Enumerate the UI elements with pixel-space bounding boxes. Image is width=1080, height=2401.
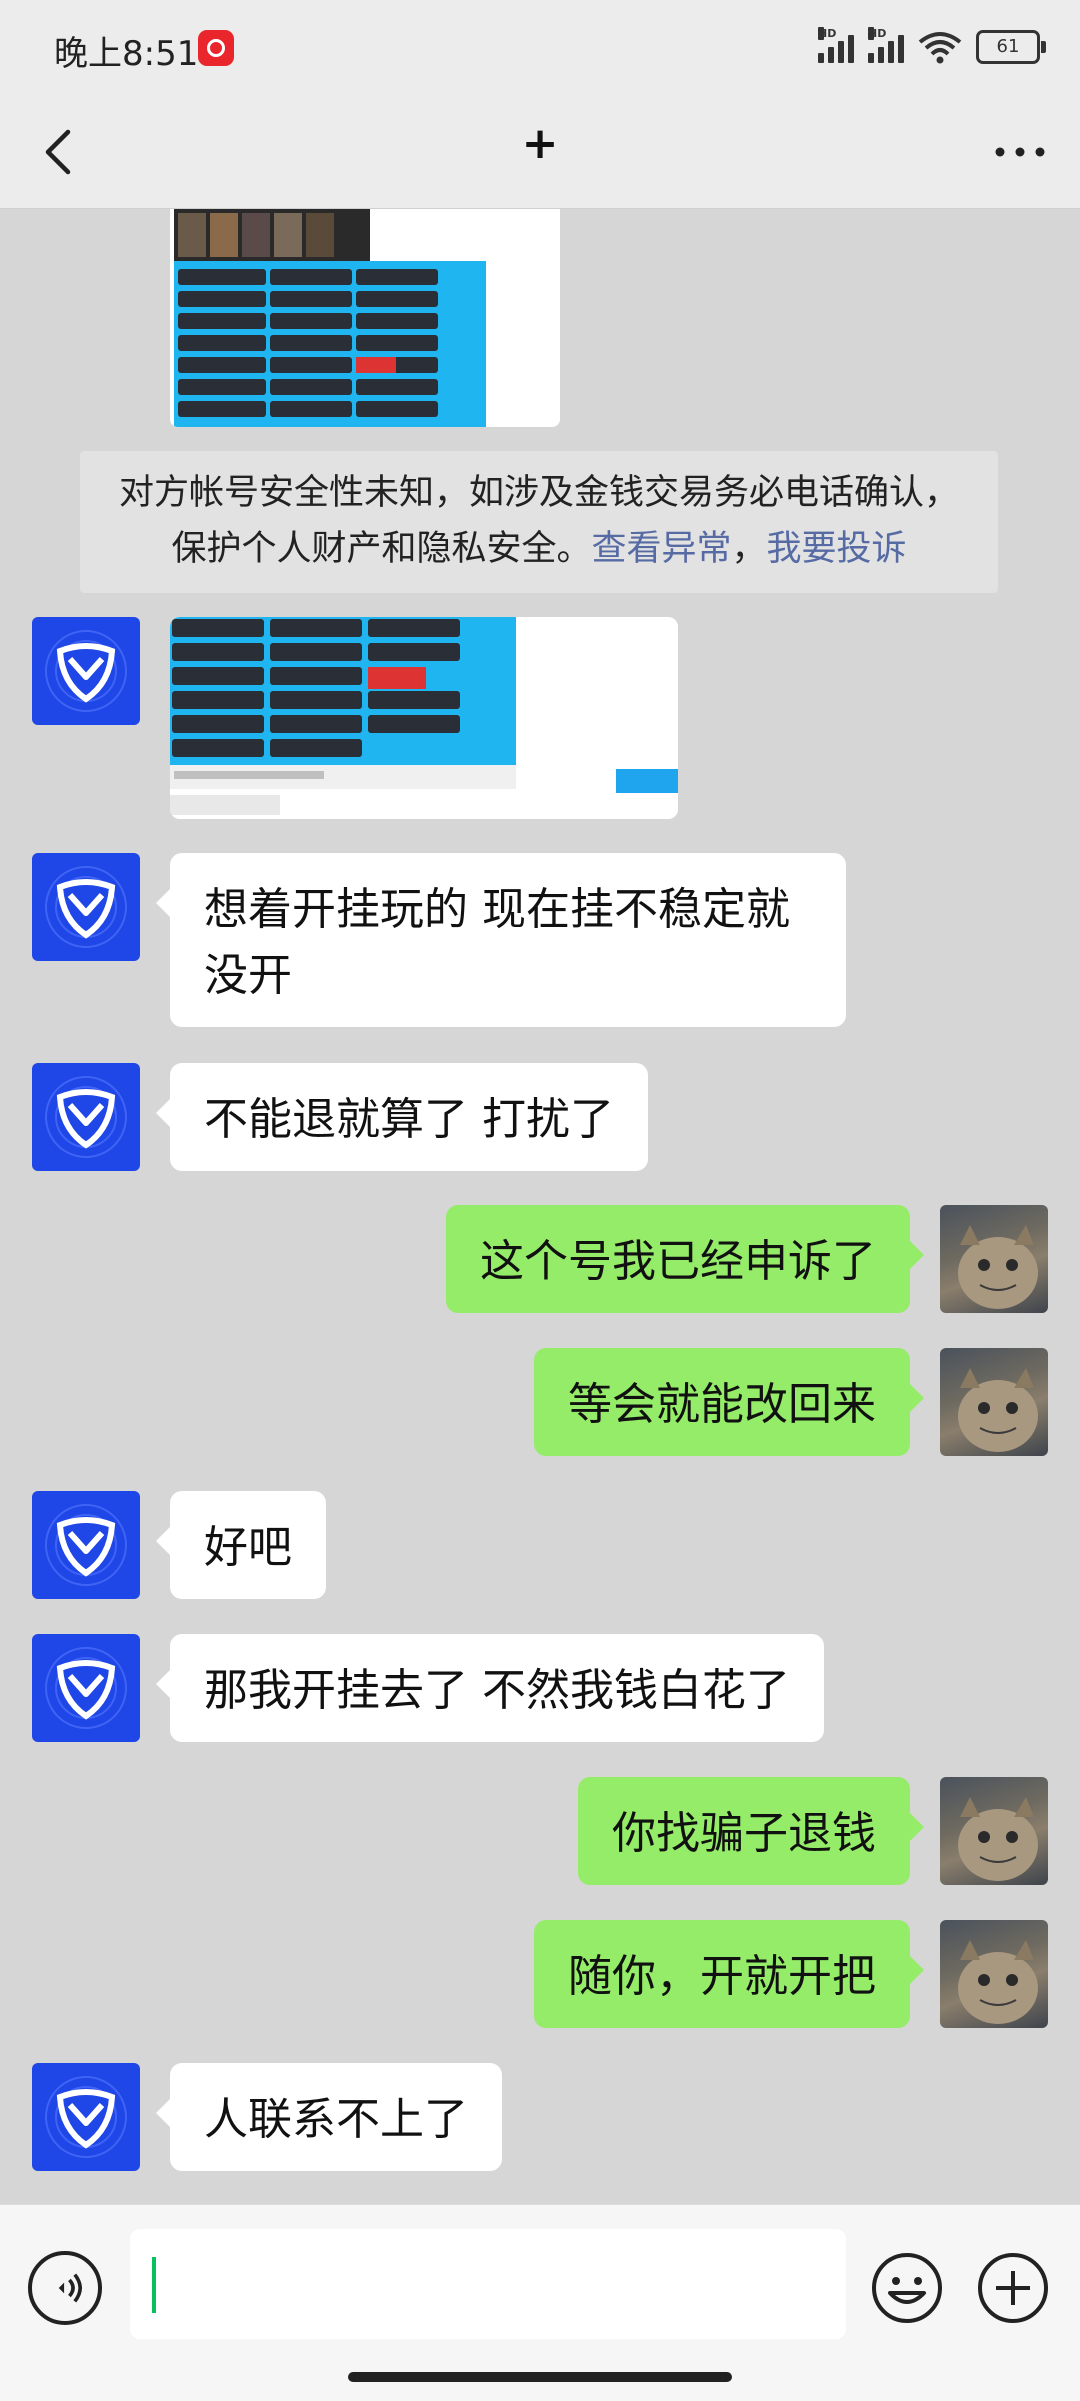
my-avatar[interactable] bbox=[940, 1920, 1048, 2028]
report-link[interactable]: 我要投诉 bbox=[767, 529, 907, 569]
message-bubble-received[interactable]: 想着开挂玩的 现在挂不稳定就没开 bbox=[156, 853, 846, 1027]
more-dots-icon[interactable] bbox=[990, 132, 1050, 172]
shield-logo-icon bbox=[45, 630, 127, 712]
shield-logo-icon bbox=[45, 1647, 127, 1729]
contact-avatar[interactable] bbox=[32, 617, 140, 725]
game-screenshot-image bbox=[170, 617, 678, 819]
shield-logo-icon bbox=[45, 1504, 127, 1586]
hd-label: HD bbox=[818, 27, 837, 40]
netease-music-icon bbox=[198, 30, 234, 66]
my-avatar[interactable] bbox=[940, 1777, 1048, 1885]
signal-icon-1: HD bbox=[818, 27, 854, 63]
game-screenshot-image bbox=[170, 209, 560, 427]
message-bubble-received[interactable]: 好吧 bbox=[156, 1491, 326, 1599]
chat-header: + bbox=[0, 96, 1080, 209]
status-icons: HD HD 61 bbox=[818, 27, 1046, 64]
contact-avatar[interactable] bbox=[32, 853, 140, 961]
shield-logo-icon bbox=[45, 1076, 127, 1158]
voice-icon[interactable] bbox=[28, 2251, 102, 2325]
wifi-icon bbox=[918, 32, 962, 64]
shield-logo-icon bbox=[45, 866, 127, 948]
battery-icon: 61 bbox=[976, 30, 1046, 64]
cat-photo-icon bbox=[958, 1940, 1038, 2024]
chat-message-list[interactable]: 对方帐号安全性未知，如涉及金钱交易务必电话确认， 保护个人财产和隐私安全。查看异… bbox=[0, 209, 1080, 2204]
cat-photo-icon bbox=[958, 1368, 1038, 1452]
status-bar: 晚上8:51 HD HD 61 bbox=[0, 0, 1080, 96]
text-cursor bbox=[152, 2257, 156, 2313]
message-bubble-received[interactable]: 那我开挂去了 不然我钱白花了 bbox=[156, 1634, 824, 1742]
contact-avatar[interactable] bbox=[32, 1063, 140, 1171]
contact-avatar[interactable] bbox=[32, 2063, 140, 2171]
security-warning-notice: 对方帐号安全性未知，如涉及金钱交易务必电话确认， 保护个人财产和隐私安全。查看异… bbox=[80, 451, 998, 593]
cat-photo-icon bbox=[958, 1797, 1038, 1881]
message-bubble-received[interactable]: 不能退就算了 打扰了 bbox=[156, 1063, 648, 1171]
image-message[interactable] bbox=[170, 209, 560, 427]
message-input[interactable] bbox=[130, 2229, 846, 2339]
message-bubble-sent[interactable]: 这个号我已经申诉了 bbox=[446, 1205, 924, 1313]
message-bubble-sent[interactable]: 随你，开就开把 bbox=[534, 1920, 924, 2028]
shield-logo-icon bbox=[45, 2076, 127, 2158]
contact-avatar[interactable] bbox=[32, 1491, 140, 1599]
status-time: 晚上8:51 bbox=[54, 34, 199, 74]
message-bubble-received[interactable]: 人联系不上了 bbox=[156, 2063, 502, 2171]
signal-icon-2: HD bbox=[868, 27, 904, 63]
hd-label: HD bbox=[868, 27, 887, 40]
home-indicator[interactable] bbox=[348, 2372, 732, 2382]
plus-circle-icon[interactable] bbox=[976, 2251, 1050, 2325]
my-avatar[interactable] bbox=[940, 1348, 1048, 1456]
my-avatar[interactable] bbox=[940, 1205, 1048, 1313]
chat-title: + bbox=[521, 118, 559, 169]
warning-text-line2: 保护个人财产和隐私安全。 bbox=[171, 529, 592, 569]
contact-avatar[interactable] bbox=[32, 1634, 140, 1742]
warning-separator: ， bbox=[731, 529, 767, 569]
message-bubble-sent[interactable]: 等会就能改回来 bbox=[534, 1348, 924, 1456]
view-abnormal-link[interactable]: 查看异常 bbox=[591, 529, 731, 569]
emoji-icon[interactable] bbox=[870, 2251, 944, 2325]
message-bubble-sent[interactable]: 你找骗子退钱 bbox=[578, 1777, 924, 1885]
image-message[interactable] bbox=[170, 617, 678, 819]
cat-photo-icon bbox=[958, 1225, 1038, 1309]
warning-text-line1: 对方帐号安全性未知，如涉及金钱交易务必电话确认， bbox=[118, 473, 959, 513]
